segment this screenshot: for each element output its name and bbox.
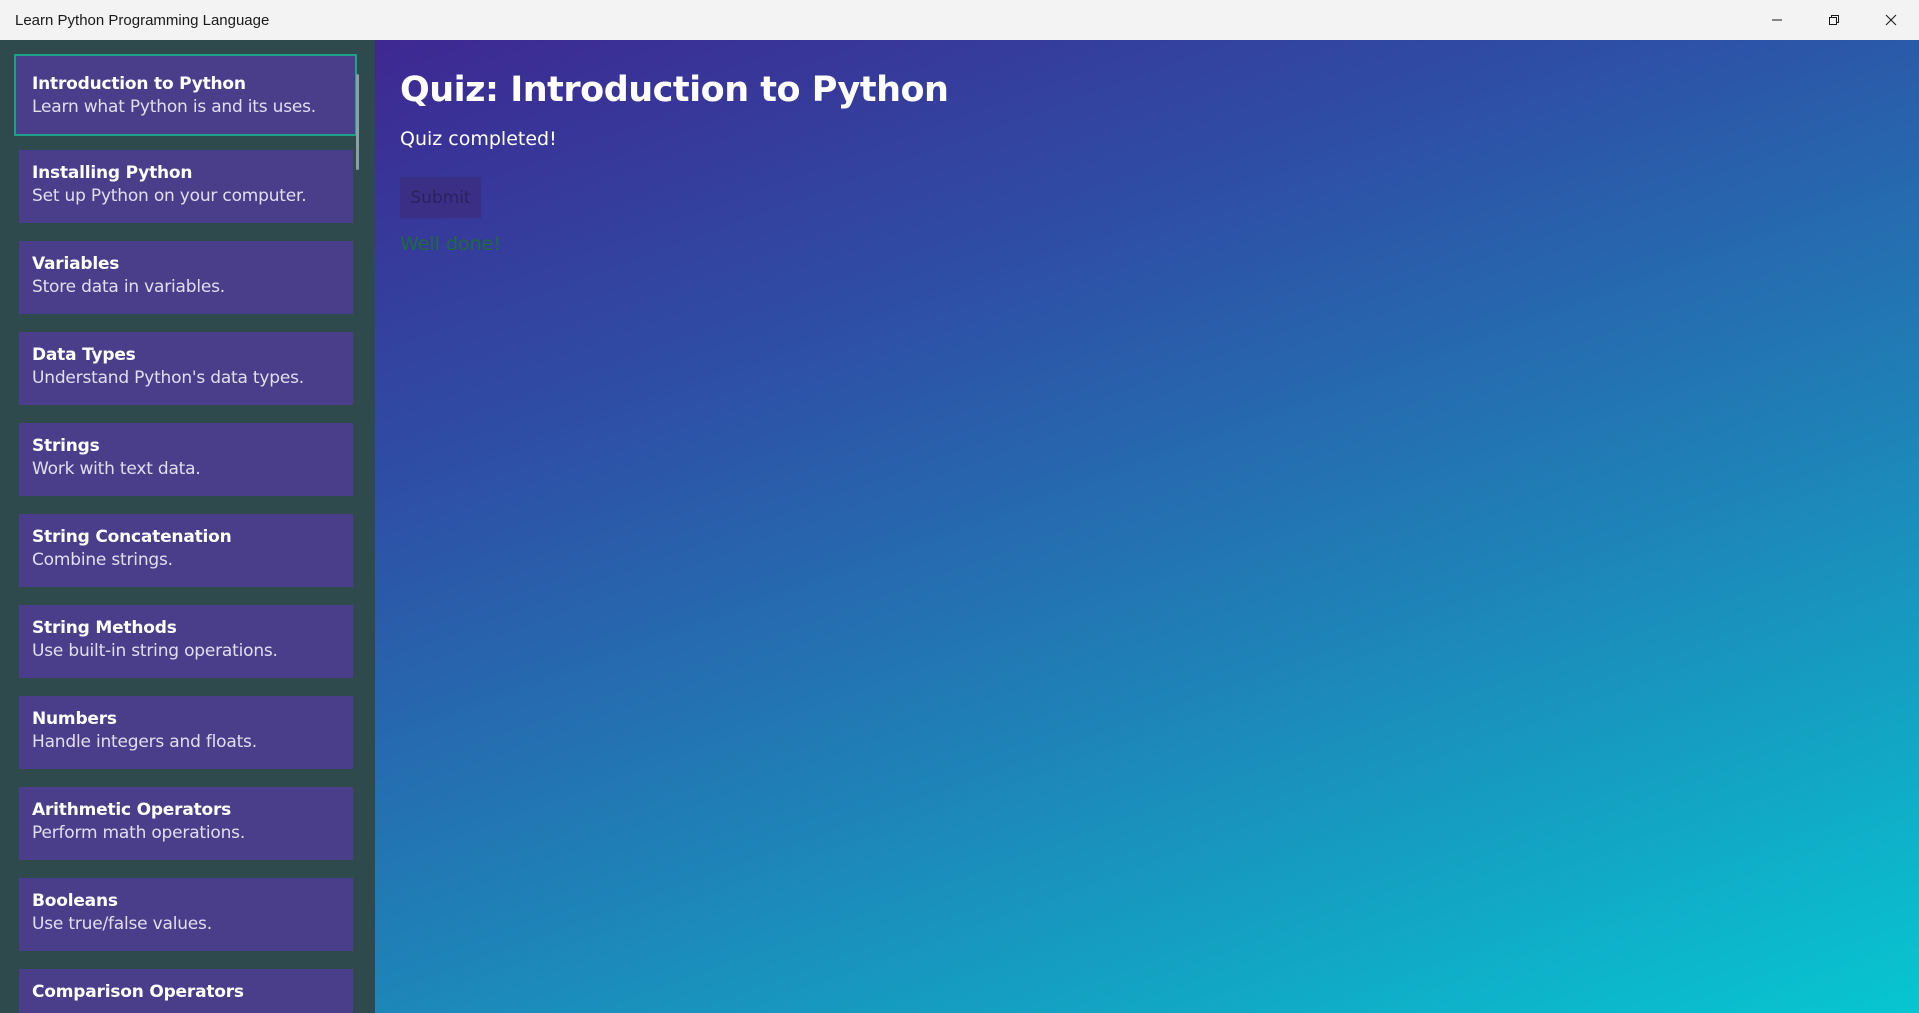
topic-item-comparison-operators[interactable]: Comparison Operators <box>19 969 353 1013</box>
sidebar-scrollbar[interactable] <box>356 74 359 170</box>
topic-title: Booleans <box>32 891 118 911</box>
topics-sidebar: Introduction to Python Learn what Python… <box>0 40 375 1013</box>
quiz-panel: Quiz: Introduction to Python Quiz comple… <box>375 40 1919 1013</box>
minimize-icon <box>1771 19 1782 21</box>
topic-title: Arithmetic Operators <box>32 800 232 820</box>
topic-description: Set up Python on your computer. <box>32 186 307 206</box>
topic-description: Use built-in string operations. <box>32 641 278 661</box>
topic-title: Variables <box>32 254 120 274</box>
topic-title: Comparison Operators <box>32 982 244 1002</box>
topic-title: String Methods <box>32 618 177 638</box>
topic-description: Store data in variables. <box>32 277 225 297</box>
topic-item-variables[interactable]: Variables Store data in variables. <box>19 241 353 314</box>
topic-description: Perform math operations. <box>32 823 246 843</box>
submit-button[interactable]: Submit <box>400 177 481 218</box>
minimize-button[interactable] <box>1748 0 1805 40</box>
topic-description: Handle integers and floats. <box>32 732 257 752</box>
topic-title: Numbers <box>32 709 117 729</box>
topic-item-arithmetic-operators[interactable]: Arithmetic Operators Perform math operat… <box>19 787 353 860</box>
topic-item-installing[interactable]: Installing Python Set up Python on your … <box>19 150 353 223</box>
title-bar: Learn Python Programming Language <box>0 0 1919 40</box>
restore-icon <box>1828 15 1839 25</box>
topic-description: Learn what Python is and its uses. <box>32 97 316 117</box>
topic-description: Understand Python's data types. <box>32 368 304 388</box>
topic-title: Installing Python <box>32 163 193 183</box>
topic-description: Combine strings. <box>32 550 173 570</box>
topic-description: Use true/false values. <box>32 914 212 934</box>
window-controls <box>1748 0 1919 40</box>
feedback-message: Well done! <box>400 233 501 255</box>
topic-item-introduction[interactable]: Introduction to Python Learn what Python… <box>14 54 357 136</box>
topic-item-numbers[interactable]: Numbers Handle integers and floats. <box>19 696 353 769</box>
page-title: Quiz: Introduction to Python <box>400 70 949 110</box>
topic-title: Data Types <box>32 345 136 365</box>
topic-item-string-methods[interactable]: String Methods Use built-in string opera… <box>19 605 353 678</box>
topic-item-data-types[interactable]: Data Types Understand Python's data type… <box>19 332 353 405</box>
close-button[interactable] <box>1862 0 1919 40</box>
topic-description: Work with text data. <box>32 459 201 479</box>
topic-item-string-concatenation[interactable]: String Concatenation Combine strings. <box>19 514 353 587</box>
topic-item-strings[interactable]: Strings Work with text data. <box>19 423 353 496</box>
quiz-status: Quiz completed! <box>400 128 557 150</box>
topic-title: Strings <box>32 436 100 456</box>
restore-button[interactable] <box>1805 0 1862 40</box>
topic-item-booleans[interactable]: Booleans Use true/false values. <box>19 878 353 951</box>
window-title: Learn Python Programming Language <box>15 11 270 29</box>
topic-title: Introduction to Python <box>32 74 246 94</box>
close-icon <box>1885 14 1896 26</box>
topic-title: String Concatenation <box>32 527 232 547</box>
